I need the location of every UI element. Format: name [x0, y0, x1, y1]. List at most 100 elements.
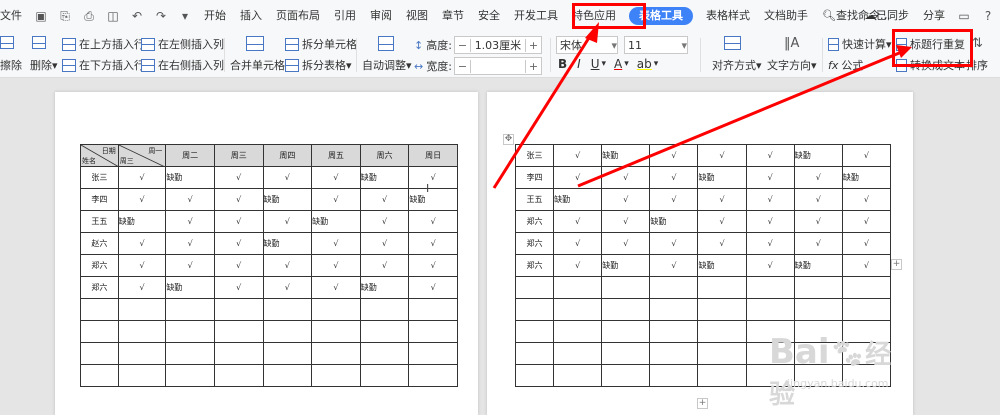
header-cell[interactable]: 周四 [262, 144, 313, 167]
attendance-cell[interactable]: √ [841, 144, 892, 167]
merge-cells-button[interactable]: 合并单元格 [230, 57, 285, 73]
sort-icon-button[interactable]: ⇅ [972, 36, 983, 51]
attendance-cell[interactable]: √ [745, 210, 795, 233]
attendance-cell[interactable]: √ [213, 232, 264, 255]
attendance-cell[interactable] [793, 276, 843, 299]
attendance-cell[interactable]: √ [649, 166, 699, 189]
attendance-cell[interactable]: √ [359, 254, 410, 277]
attendance-cell[interactable]: √ [649, 232, 699, 255]
attendance-cell[interactable]: √ [213, 188, 264, 211]
header-cell[interactable]: 周五 [311, 144, 361, 167]
header-corner-cell-2[interactable]: 周一 周三 [117, 144, 167, 167]
name-cell[interactable]: 郑六 [80, 254, 119, 277]
attendance-cell[interactable]: √ [745, 254, 795, 277]
attendance-cell[interactable] [697, 298, 747, 321]
header-cell[interactable]: 周六 [359, 144, 410, 167]
attendance-cell[interactable]: 缺勤 [553, 188, 603, 211]
attendance-cell[interactable]: 缺勤 [165, 276, 215, 299]
quick-calc-button[interactable]: 快速计算 ▾ [828, 36, 892, 52]
tab-section[interactable]: 章节 [435, 0, 471, 32]
page-right[interactable]: ✥ 张三 √ 缺勤 √ √ √ 缺勤 √ 李四 √ √ √ 缺勤 √ √ 缺勤 王五 缺勤 √ √ √ √ √ √ 郑六 √ √ 缺勤… [487, 92, 913, 415]
help-icon[interactable]: ? [979, 7, 997, 25]
attendance-cell[interactable] [553, 276, 603, 299]
attendance-cell[interactable] [649, 364, 699, 387]
align-icon-button[interactable] [724, 36, 744, 50]
attendance-cell[interactable]: 缺勤 [165, 166, 215, 189]
delete-button[interactable]: 删除 ▾ [30, 57, 58, 73]
merge-icon-button[interactable] [246, 36, 267, 51]
tab-reference[interactable]: 引用 [327, 0, 363, 32]
attendance-cell[interactable]: √ [311, 166, 361, 189]
delete-icon-button[interactable] [32, 36, 49, 49]
text-direction-icon-button[interactable]: ‖A [784, 36, 799, 51]
italic-icon[interactable]: I [577, 57, 581, 71]
attendance-cell[interactable]: 缺勤 [841, 166, 892, 189]
name-cell[interactable] [80, 320, 119, 343]
font-name-select[interactable]: 宋体 ▾ [556, 36, 618, 54]
attendance-cell[interactable] [408, 364, 458, 387]
attendance-cell[interactable] [649, 342, 699, 365]
attendance-cell[interactable]: √ [553, 232, 603, 255]
attendance-cell[interactable]: 缺勤 [262, 188, 313, 211]
attendance-cell[interactable]: √ [601, 188, 651, 211]
attendance-cell[interactable] [553, 298, 603, 321]
attendance-cell[interactable] [359, 342, 410, 365]
attendance-cell[interactable] [262, 364, 313, 387]
attendance-cell[interactable]: √ [408, 254, 458, 277]
attendance-cell[interactable] [117, 342, 167, 365]
add-row-button[interactable]: + [697, 398, 708, 409]
name-cell[interactable]: 张三 [80, 166, 119, 189]
attendance-cell[interactable]: √ [793, 210, 843, 233]
attendance-cell[interactable] [601, 342, 651, 365]
attendance-cell[interactable]: √ [213, 166, 264, 189]
attendance-cell[interactable]: 缺勤 [601, 144, 651, 167]
name-cell[interactable]: 郑六 [514, 254, 555, 277]
attendance-cell[interactable]: 缺勤 [601, 254, 651, 277]
attendance-cell[interactable] [311, 342, 361, 365]
name-cell[interactable] [514, 342, 555, 365]
attendance-cell[interactable]: √ [165, 232, 215, 255]
insert-below-button[interactable]: 在下方插入行 [62, 57, 145, 73]
erase-label-button[interactable]: 擦除 [0, 57, 22, 73]
attendance-cell[interactable]: 缺勤 [359, 166, 410, 189]
attendance-cell[interactable] [553, 364, 603, 387]
attendance-cell[interactable] [793, 298, 843, 321]
attendance-cell[interactable] [213, 342, 264, 365]
attendance-cell[interactable]: √ [262, 276, 313, 299]
font-color-icon[interactable]: A [614, 57, 622, 71]
name-cell[interactable]: 王五 [80, 210, 119, 233]
attendance-cell[interactable]: √ [745, 188, 795, 211]
name-cell[interactable] [80, 298, 119, 321]
attendance-table-left[interactable]: 日期 姓名 周一 周三 周二 周三 周四 周五 周六 周日 张三 √ 缺勤 √ √ √ 缺勤… [80, 144, 458, 387]
attendance-cell[interactable]: √ [262, 254, 313, 277]
preview-icon[interactable]: ◫ [104, 7, 122, 25]
sync-status[interactable]: ☁已同步 [858, 0, 916, 32]
header-cell[interactable]: 周日 [408, 144, 458, 167]
attendance-cell[interactable]: √ [649, 254, 699, 277]
attendance-cell[interactable]: √ [117, 254, 167, 277]
attendance-cell[interactable]: √ [745, 144, 795, 167]
attendance-cell[interactable] [601, 276, 651, 299]
export-icon[interactable]: ⎘ [56, 7, 74, 25]
attendance-cell[interactable]: 缺勤 [359, 276, 410, 299]
attendance-cell[interactable]: √ [697, 232, 747, 255]
attendance-cell[interactable]: √ [745, 166, 795, 189]
attendance-cell[interactable]: √ [601, 210, 651, 233]
attendance-cell[interactable]: √ [408, 276, 458, 299]
attendance-cell[interactable]: √ [262, 166, 313, 189]
formula-button[interactable]: fx 公式 [828, 57, 863, 73]
page-left[interactable]: 日期 姓名 周一 周三 周二 周三 周四 周五 周六 周日 张三 √ 缺勤 √ √ √ 缺勤… [55, 92, 478, 415]
attendance-cell[interactable]: 缺勤 [697, 254, 747, 277]
auto-fit-icon-button[interactable] [378, 36, 397, 51]
attendance-cell[interactable] [408, 320, 458, 343]
tab-review[interactable]: 审阅 [363, 0, 399, 32]
attendance-cell[interactable] [553, 320, 603, 343]
attendance-cell[interactable]: √ [841, 232, 892, 255]
name-cell[interactable] [514, 276, 555, 299]
attendance-cell[interactable] [311, 298, 361, 321]
name-cell[interactable] [80, 364, 119, 387]
attendance-cell[interactable]: √ [213, 210, 264, 233]
attendance-cell[interactable]: √ [213, 276, 264, 299]
name-cell[interactable] [514, 364, 555, 387]
attendance-cell[interactable] [359, 298, 410, 321]
